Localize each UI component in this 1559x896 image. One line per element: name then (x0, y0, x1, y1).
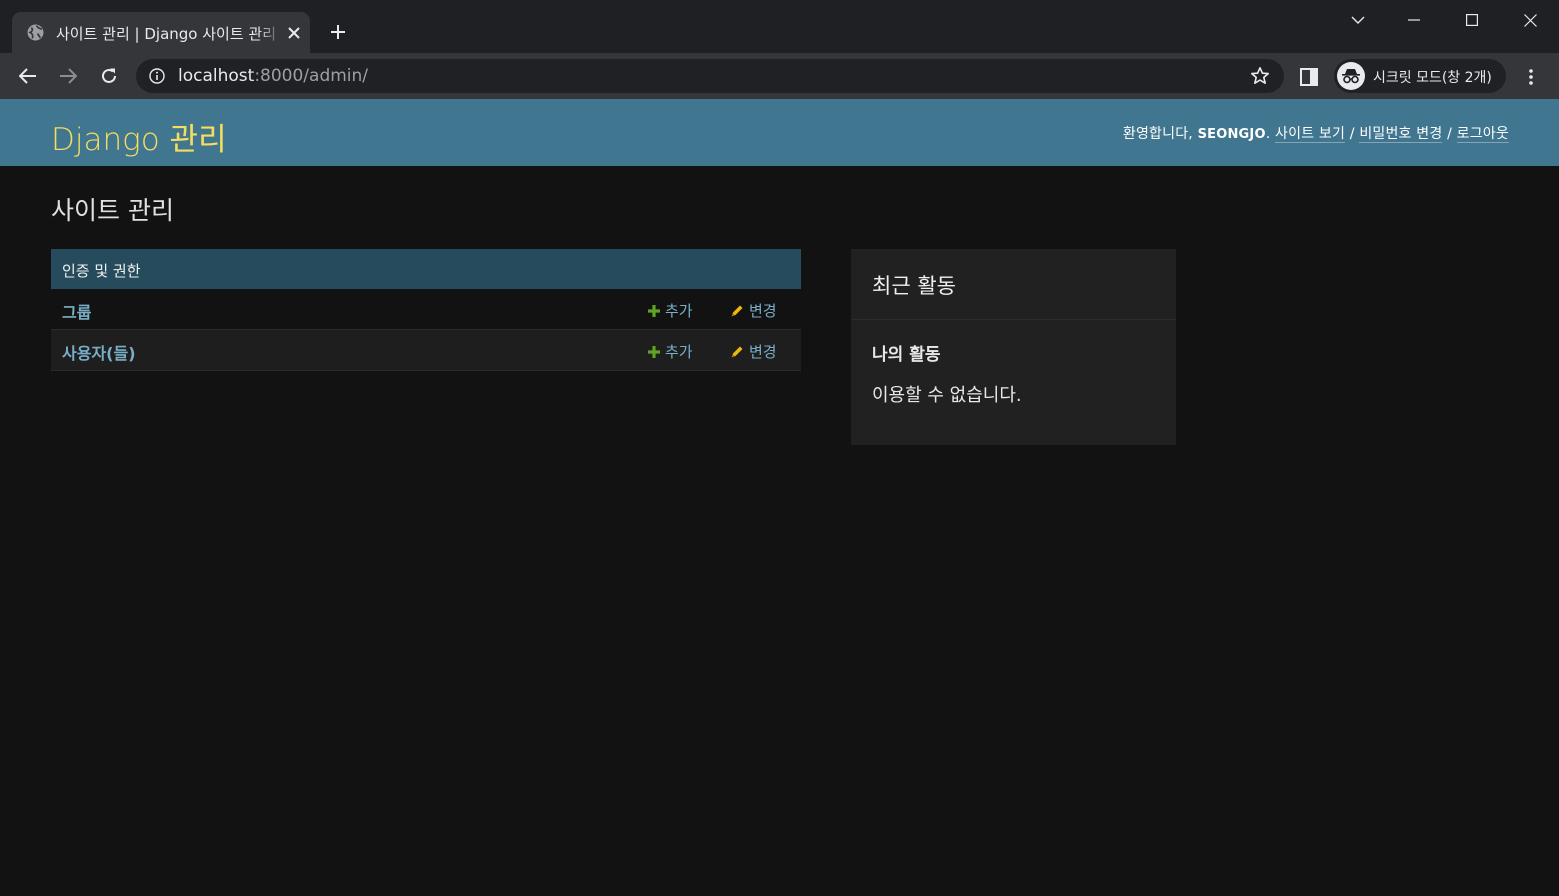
url-path: :8000/admin/ (254, 66, 369, 86)
change-label: 변경 (749, 302, 777, 320)
address-bar[interactable]: localhost:8000/admin/ (136, 59, 1284, 93)
add-plus-icon (648, 304, 660, 317)
tab-search-icon[interactable] (1330, 0, 1386, 40)
bookmark-star-icon[interactable] (1250, 66, 1270, 86)
minimize-icon[interactable] (1386, 0, 1442, 40)
tab-strip: 사이트 관리 | Django 사이트 관리 (0, 0, 1559, 53)
add-plus-icon (648, 345, 660, 358)
incognito-icon (1337, 62, 1365, 90)
username: SEONGJO (1197, 127, 1266, 142)
change-label: 변경 (749, 343, 777, 361)
model-link-groups[interactable]: 그룹 (62, 299, 91, 323)
no-actions-text: 이용할 수 없습니다. (872, 385, 1022, 406)
globe-icon (27, 24, 44, 41)
divider (851, 319, 1176, 320)
welcome-suffix: . (1265, 126, 1276, 142)
info-icon[interactable] (149, 68, 165, 84)
incognito-profile-button[interactable]: 시크릿 모드(창 2개) (1334, 59, 1506, 93)
tab-close-icon[interactable] (284, 23, 304, 43)
url-host: localhost (178, 66, 255, 86)
more-menu-icon[interactable] (1517, 63, 1545, 91)
logout-link[interactable]: 로그아웃 (1456, 126, 1509, 143)
app-caption[interactable]: 인증 및 권한 (51, 249, 801, 289)
model-row-groups: 그룹 추가 변경 (51, 289, 801, 330)
separator: / (1345, 126, 1360, 142)
my-actions-heading: 나의 활동 (872, 345, 941, 365)
app-module-auth: 인증 및 권한 그룹 추가 변경 사용자(들) 추가 변경 (51, 249, 801, 371)
model-link-users[interactable]: 사용자(들) (62, 340, 136, 364)
change-users-link[interactable]: 변경 (730, 341, 777, 362)
browser-chrome: 사이트 관리 | Django 사이트 관리 localhost:8000/ad… (0, 0, 1559, 99)
side-panel-icon[interactable] (1296, 65, 1322, 89)
close-window-icon[interactable] (1502, 0, 1558, 40)
view-site-link[interactable]: 사이트 보기 (1275, 126, 1346, 143)
admin-page: Django 관리 환영합니다, SEONGJO. 사이트 보기 / 비밀번호 … (0, 99, 1559, 896)
new-tab-icon[interactable] (324, 18, 352, 46)
site-branding[interactable]: Django 관리 (51, 114, 227, 159)
pencil-icon (730, 304, 744, 318)
model-row-users: 사용자(들) 추가 변경 (51, 330, 801, 371)
admin-header: Django 관리 환영합니다, SEONGJO. 사이트 보기 / 비밀번호 … (0, 99, 1559, 166)
maximize-icon[interactable] (1444, 0, 1500, 40)
browser-toolbar: localhost:8000/admin/ 시크릿 모드(창 2개) (0, 53, 1559, 99)
browser-tab[interactable]: 사이트 관리 | Django 사이트 관리 (12, 12, 310, 53)
change-groups-link[interactable]: 변경 (730, 300, 777, 321)
incognito-label: 시크릿 모드(창 2개) (1373, 70, 1492, 86)
add-users-link[interactable]: 추가 (648, 341, 693, 362)
change-password-link[interactable]: 비밀번호 변경 (1359, 126, 1443, 143)
recent-actions-module: 최근 활동 나의 활동 이용할 수 없습니다. (851, 249, 1176, 445)
reload-icon[interactable] (94, 61, 124, 91)
url-text[interactable]: localhost:8000/admin/ (178, 66, 368, 86)
add-label: 추가 (665, 302, 693, 320)
pencil-icon (730, 345, 744, 359)
separator: / (1442, 126, 1457, 142)
welcome-text: 환영합니다, (1122, 126, 1198, 142)
tab-title: 사이트 관리 | Django 사이트 관리 (56, 25, 277, 43)
page-title: 사이트 관리 (51, 196, 174, 225)
forward-arrow-icon[interactable] (53, 61, 83, 91)
recent-actions-title: 최근 활동 (872, 274, 956, 298)
add-groups-link[interactable]: 추가 (648, 300, 693, 321)
back-arrow-icon[interactable] (13, 61, 43, 91)
add-label: 추가 (665, 343, 693, 361)
user-tools: 환영합니다, SEONGJO. 사이트 보기 / 비밀번호 변경 / 로그아웃 (1123, 123, 1509, 143)
